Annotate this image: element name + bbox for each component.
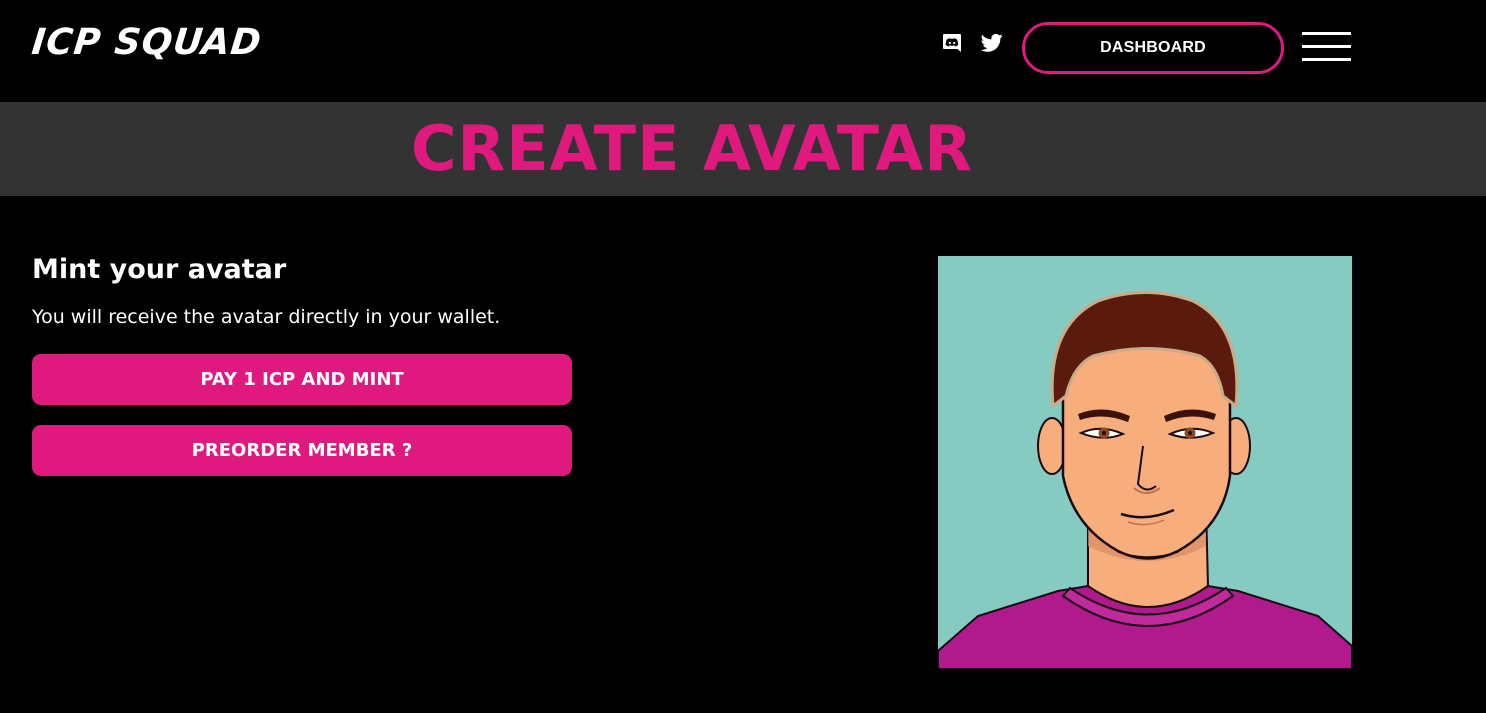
mint-description: You will receive the avatar directly in … xyxy=(32,306,501,328)
page-title: CREATE AVATAR xyxy=(411,112,973,185)
twitter-icon[interactable] xyxy=(979,30,1005,56)
site-logo[interactable]: ICP SQUAD xyxy=(30,22,264,63)
header: ICP SQUAD DASHBOARD xyxy=(0,0,1486,102)
mint-heading: Mint your avatar xyxy=(32,254,287,285)
hamburger-menu-icon[interactable] xyxy=(1302,32,1351,62)
avatar-preview xyxy=(938,256,1352,669)
menu-line-bottom xyxy=(1302,58,1351,61)
menu-line-top xyxy=(1302,32,1351,35)
twitter-glyph xyxy=(981,33,1003,52)
avatar-illustration xyxy=(938,291,1352,669)
discord-glyph xyxy=(943,34,961,52)
preorder-member-button[interactable]: PREORDER MEMBER ? xyxy=(32,425,572,476)
page: ICP SQUAD DASHBOARD CREATE AVATAR Mint y… xyxy=(0,0,1486,713)
title-band: CREATE AVATAR xyxy=(0,102,1486,196)
menu-line-middle xyxy=(1302,45,1351,48)
pay-and-mint-button[interactable]: PAY 1 ICP AND MINT xyxy=(32,354,572,405)
dashboard-button[interactable]: DASHBOARD xyxy=(1022,22,1284,74)
discord-icon[interactable] xyxy=(939,30,965,56)
